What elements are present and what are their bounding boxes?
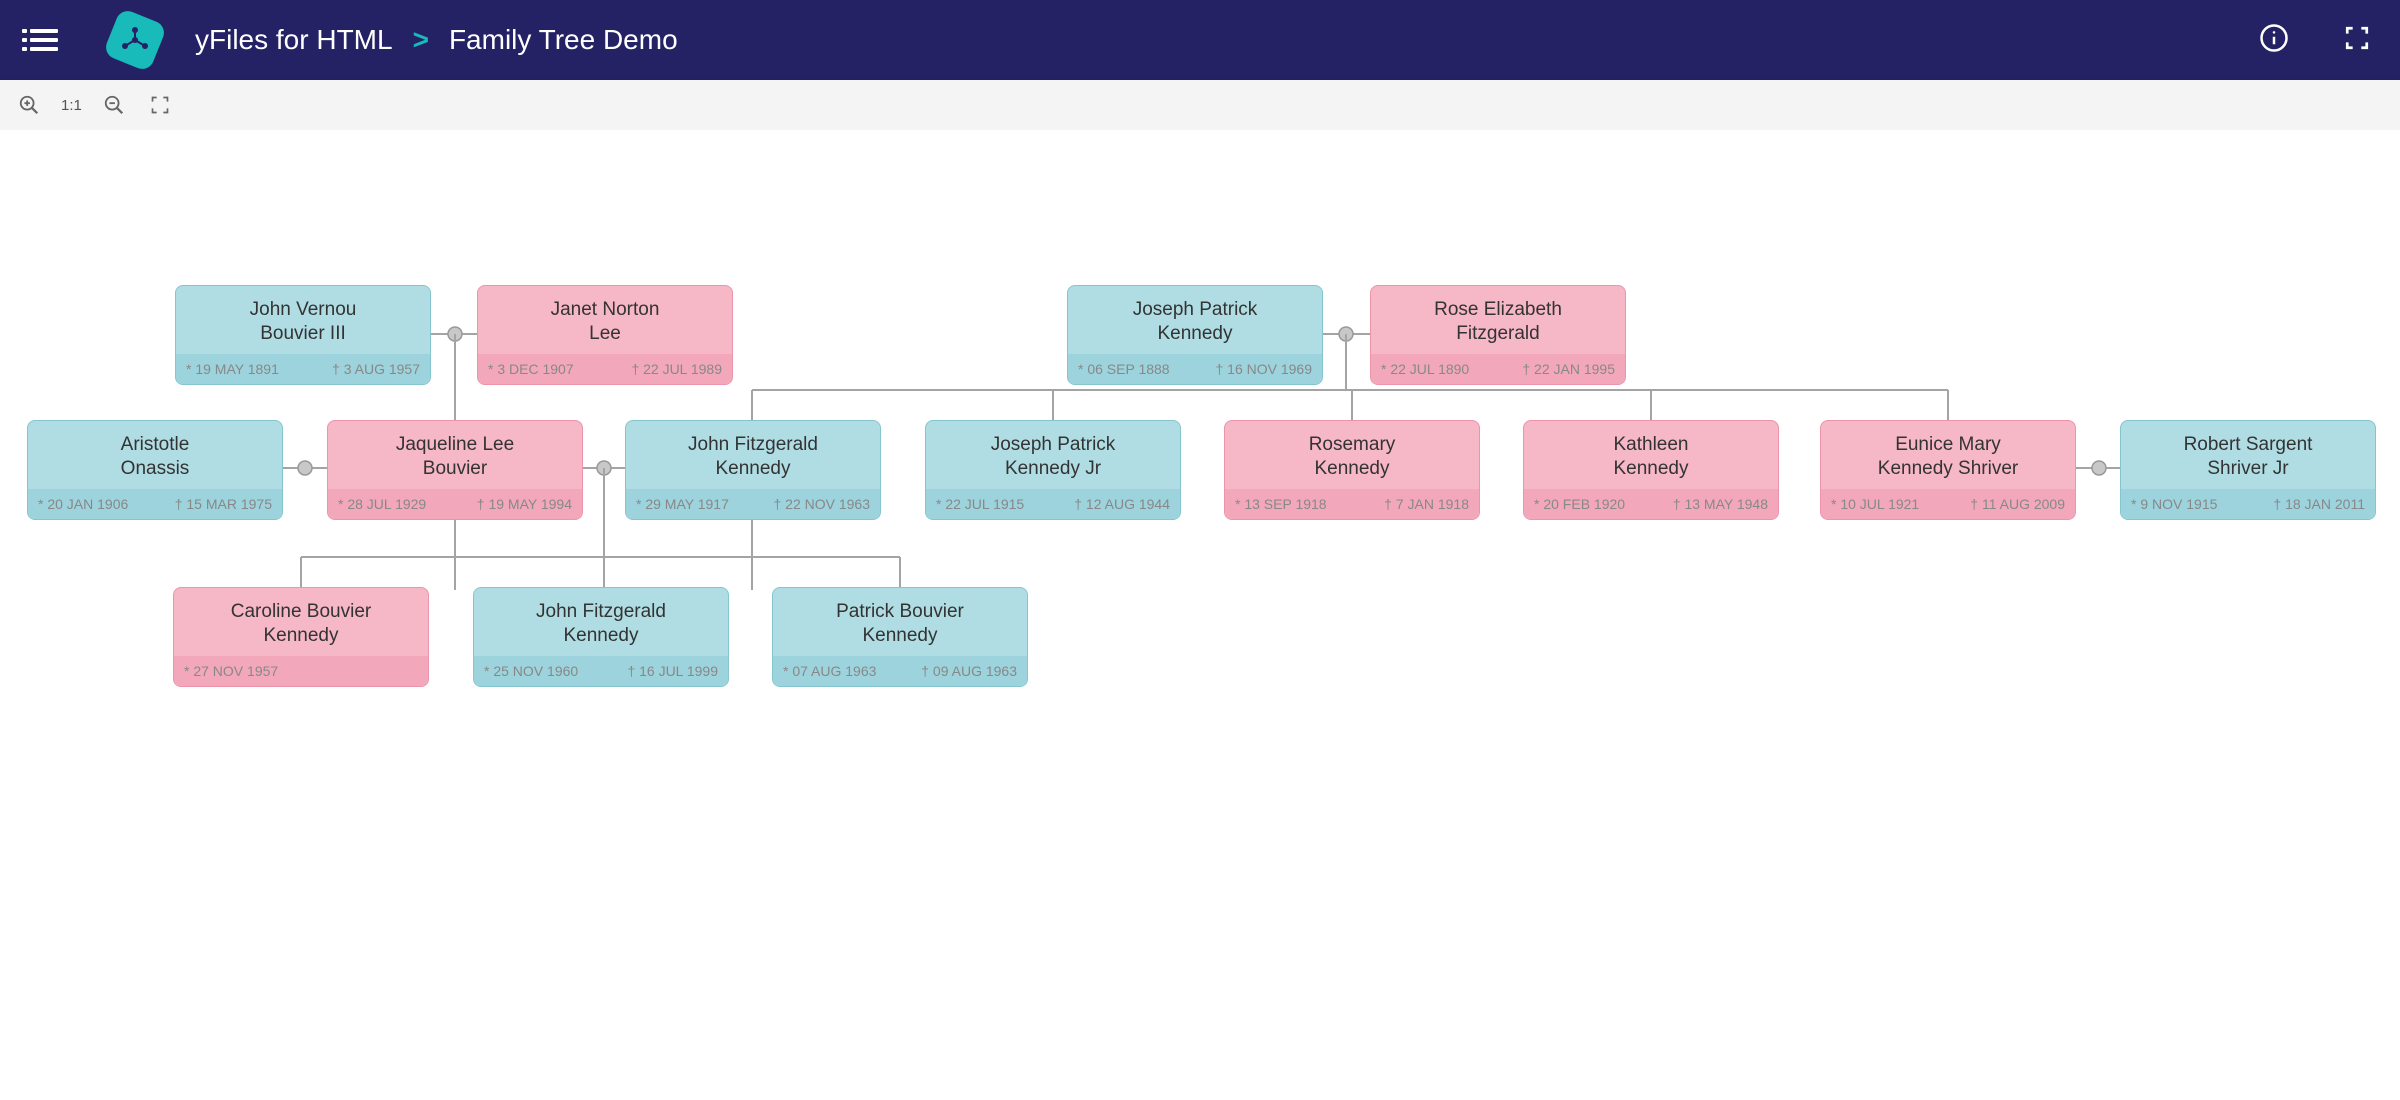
person-node-john-bouvier[interactable]: John Vernou Bouvier III * 19 MAY 1891 † 3 …: [175, 285, 431, 385]
menu-icon[interactable]: [30, 24, 60, 56]
person-node-aristotle-onassis[interactable]: AristotleOnassis * 20 JAN 1906† 15 MAR 1…: [27, 420, 283, 520]
app-logo[interactable]: [102, 7, 167, 72]
person-name-line2: Bouvier III: [260, 323, 346, 344]
person-node-jackie[interactable]: Jaqueline LeeBouvier * 28 JUL 1929† 19 M…: [327, 420, 583, 520]
person-node-jfk[interactable]: John FitzgeraldKennedy * 29 MAY 1917† 22…: [625, 420, 881, 520]
person-node-shriver[interactable]: Robert SargentShriver Jr * 9 NOV 1915† 1…: [2120, 420, 2376, 520]
person-node-eunice[interactable]: Eunice MaryKennedy Shriver * 10 JUL 1921…: [1820, 420, 2076, 520]
page-title: Family Tree Demo: [449, 24, 678, 56]
breadcrumb: yFiles for HTML > Family Tree Demo: [195, 24, 678, 56]
person-node-rosemary[interactable]: RosemaryKennedy * 13 SEP 1918† 7 JAN 191…: [1224, 420, 1480, 520]
person-node-patrick[interactable]: Patrick BouvierKennedy * 07 AUG 1963† 09…: [772, 587, 1028, 687]
person-node-jfk-jr[interactable]: John FitzgeraldKennedy * 25 NOV 1960† 16…: [473, 587, 729, 687]
toolbar: 1:1: [0, 80, 2400, 130]
person-death: † 3 AUG 1957: [332, 361, 420, 377]
person-node-joe-jr[interactable]: Joseph PatrickKennedy Jr * 22 JUL 1915† …: [925, 420, 1181, 520]
fullscreen-icon[interactable]: [2344, 25, 2370, 56]
logo-graph-icon: [119, 24, 151, 56]
zoom-in-button[interactable]: [15, 91, 43, 119]
zoom-reset-button[interactable]: 1:1: [61, 97, 82, 114]
info-icon[interactable]: [2259, 23, 2289, 58]
breadcrumb-separator-icon: >: [413, 24, 429, 56]
person-birth: * 19 MAY 1891: [186, 361, 279, 377]
person-node-kathleen[interactable]: KathleenKennedy * 20 FEB 1920† 13 MAY 19…: [1523, 420, 1779, 520]
person-name-line1: John Vernou: [250, 299, 357, 320]
person-node-joseph-kennedy-sr[interactable]: Joseph PatrickKennedy * 06 SEP 1888† 16 …: [1067, 285, 1323, 385]
breadcrumb-product-link[interactable]: yFiles for HTML: [195, 24, 393, 56]
person-node-rose-fitzgerald[interactable]: Rose ElizabethFitzgerald * 22 JUL 1890† …: [1370, 285, 1626, 385]
person-node-caroline[interactable]: Caroline BouvierKennedy * 27 NOV 1957: [173, 587, 429, 687]
person-node-janet-lee[interactable]: Janet NortonLee * 3 DEC 1907† 22 JUL 198…: [477, 285, 733, 385]
fit-content-button[interactable]: [146, 91, 174, 119]
zoom-out-button[interactable]: [100, 91, 128, 119]
graph-canvas[interactable]: John Vernou Bouvier III * 19 MAY 1891 † 3 …: [0, 130, 2400, 1100]
app-header: yFiles for HTML > Family Tree Demo: [0, 0, 2400, 80]
